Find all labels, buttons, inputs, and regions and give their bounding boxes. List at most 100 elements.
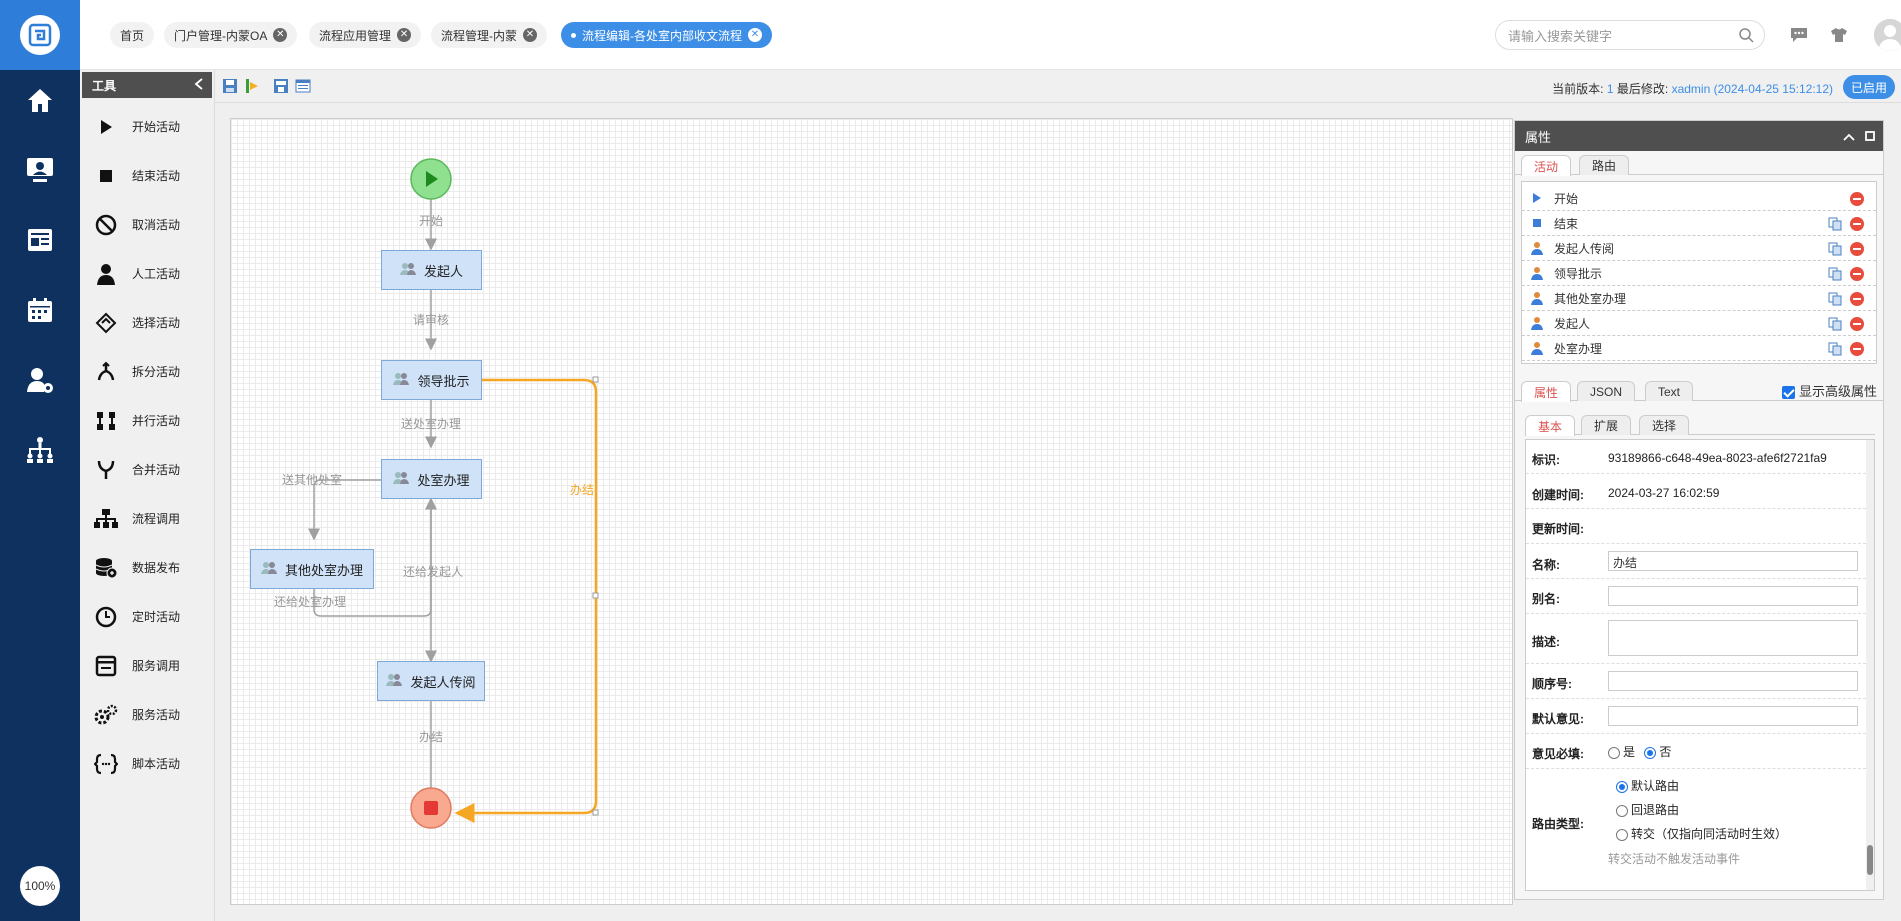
status-badge[interactable]: 已启用 <box>1842 75 1895 99</box>
tool-service[interactable]: 服务活动 <box>80 690 215 739</box>
copy-icon[interactable] <box>1828 267 1842 281</box>
node-other-office[interactable]: 其他处室办理 <box>250 549 374 589</box>
node-initiator[interactable]: 发起人 <box>381 250 482 290</box>
chevron-up-icon[interactable] <box>1843 129 1855 144</box>
list-item[interactable]: 处室办理 <box>1522 336 1876 361</box>
close-icon[interactable]: ✕ <box>397 28 412 42</box>
default-opinion-input[interactable] <box>1608 706 1858 726</box>
radio-off-icon[interactable] <box>1616 804 1628 817</box>
radio-off-icon[interactable] <box>1616 828 1628 841</box>
delete-icon[interactable] <box>1850 192 1864 206</box>
search-icon[interactable] <box>1738 27 1754 46</box>
tool-start[interactable]: 开始活动 <box>80 102 215 151</box>
route-done-selected[interactable] <box>454 378 598 823</box>
list-item[interactable]: 发起人 <box>1522 311 1876 336</box>
tool-publish[interactable]: 数据发布 <box>80 543 215 592</box>
description-textarea[interactable] <box>1608 620 1858 656</box>
node-initiator-read[interactable]: 发起人传阅 <box>377 661 485 701</box>
radio-yes[interactable]: 是 <box>1608 745 1635 759</box>
checkbox-checked-icon[interactable] <box>1781 386 1795 400</box>
tab-properties[interactable]: 属性 <box>1521 381 1572 402</box>
copy-icon[interactable] <box>1828 217 1842 231</box>
tab-flow-manage[interactable]: 流程管理-内蒙 ✕ <box>431 22 547 48</box>
route-transfer-option[interactable]: 转交（仅指向同活动时生效） <box>1616 825 1787 842</box>
radio-no[interactable]: 否 <box>1644 745 1671 759</box>
radio-off-icon[interactable] <box>1608 746 1620 759</box>
tab-text[interactable]: Text <box>1645 381 1694 401</box>
route-label-done[interactable]: 办结 <box>419 728 443 745</box>
tab-flow-app[interactable]: 流程应用管理 ✕ <box>309 22 422 48</box>
list-item[interactable]: 发起人传阅 <box>1522 236 1876 261</box>
portal-user-icon[interactable] <box>20 150 60 190</box>
alias-input[interactable] <box>1608 586 1858 606</box>
save-as-icon[interactable] <box>273 78 289 94</box>
route-label-done-selected[interactable]: 办结 <box>570 481 594 498</box>
delete-icon[interactable] <box>1850 317 1864 331</box>
copy-icon[interactable] <box>1828 342 1842 356</box>
tab-basic[interactable]: 基本 <box>1525 415 1576 436</box>
tab-activity[interactable]: 活动 <box>1521 155 1572 176</box>
copy-icon[interactable] <box>1828 292 1842 306</box>
flow-canvas[interactable]: 发起人 领导批示 处室办理 其他处室办理 发起人传阅 开始 请审核 送处室办理 … <box>230 118 1513 905</box>
tool-manual[interactable]: 人工活动 <box>80 249 215 298</box>
route-label-to-other[interactable]: 送其他处室 <box>282 471 342 488</box>
name-input[interactable]: 办结 <box>1608 551 1858 571</box>
close-icon[interactable]: ✕ <box>273 28 288 42</box>
home-icon[interactable] <box>20 80 60 120</box>
tab-route[interactable]: 路由 <box>1579 155 1630 175</box>
scrollbar[interactable] <box>1866 440 1874 890</box>
tab-json[interactable]: JSON <box>1577 381 1636 401</box>
list-item[interactable]: 领导批示 <box>1522 261 1876 286</box>
shirt-icon[interactable] <box>1828 24 1850 46</box>
zoom-level[interactable]: 100% <box>20 866 60 906</box>
maximize-icon[interactable] <box>1865 129 1875 144</box>
news-icon[interactable] <box>20 220 60 260</box>
route-default-option[interactable]: 默认路由 <box>1616 777 1679 794</box>
tool-script[interactable]: 脚本活动 <box>80 739 215 788</box>
tool-split[interactable]: 拆分活动 <box>80 347 215 396</box>
tab-home[interactable]: 首页 <box>110 22 155 48</box>
app-logo[interactable] <box>0 0 80 70</box>
publish-flow-icon[interactable] <box>244 78 260 94</box>
list-item[interactable]: 其他处室办理 <box>1522 286 1876 311</box>
tool-timer[interactable]: 定时活动 <box>80 592 215 641</box>
save-icon[interactable] <box>222 78 238 94</box>
route-label-back-to-initiator[interactable]: 还给发起人 <box>403 563 463 580</box>
tool-parallel[interactable]: 并行活动 <box>80 396 215 445</box>
tool-end[interactable]: 结束活动 <box>80 151 215 200</box>
tool-merge[interactable]: 合并活动 <box>80 445 215 494</box>
order-input[interactable] <box>1608 671 1858 691</box>
delete-icon[interactable] <box>1850 217 1864 231</box>
route-label-back-to-office[interactable]: 还给处室办理 <box>274 593 346 610</box>
close-icon[interactable]: ✕ <box>748 28 762 42</box>
tab-select[interactable]: 选择 <box>1639 415 1690 435</box>
list-item[interactable]: 开始 <box>1522 186 1876 211</box>
user-settings-icon[interactable] <box>20 360 60 400</box>
message-icon[interactable] <box>1788 24 1810 46</box>
close-icon[interactable]: ✕ <box>523 28 537 42</box>
calendar-icon[interactable] <box>20 290 60 330</box>
route-label-start[interactable]: 开始 <box>419 212 443 229</box>
search-input[interactable]: 请输入搜索关键字 <box>1495 20 1765 50</box>
tab-flow-edit[interactable]: 流程编辑-各处室内部收文流程 ✕ <box>561 22 772 48</box>
route-label-review[interactable]: 请审核 <box>413 311 449 328</box>
copy-icon[interactable] <box>1828 317 1842 331</box>
tool-subflow[interactable]: 流程调用 <box>80 494 215 543</box>
route-back-option[interactable]: 回退路由 <box>1616 801 1679 818</box>
advanced-toggle[interactable]: 显示高级属性 <box>1781 381 1877 400</box>
scrollbar-thumb[interactable] <box>1867 845 1873 875</box>
tab-extend[interactable]: 扩展 <box>1581 415 1632 435</box>
tool-choice[interactable]: 选择活动 <box>80 298 215 347</box>
route-label-to-office[interactable]: 送处室办理 <box>401 415 461 432</box>
list-item[interactable]: 结束 <box>1522 211 1876 236</box>
tool-service-call[interactable]: 服务调用 <box>80 641 215 690</box>
tab-portal[interactable]: 门户管理-内蒙OA ✕ <box>164 22 298 48</box>
tool-cancel[interactable]: 取消活动 <box>80 200 215 249</box>
node-office[interactable]: 处室办理 <box>381 459 482 499</box>
delete-icon[interactable] <box>1850 292 1864 306</box>
org-chart-icon[interactable] <box>20 430 60 470</box>
chevron-left-icon[interactable] <box>194 77 204 93</box>
route-to-other[interactable] <box>308 479 381 541</box>
window-layout-icon[interactable] <box>295 78 311 94</box>
radio-on-icon[interactable] <box>1644 746 1657 759</box>
